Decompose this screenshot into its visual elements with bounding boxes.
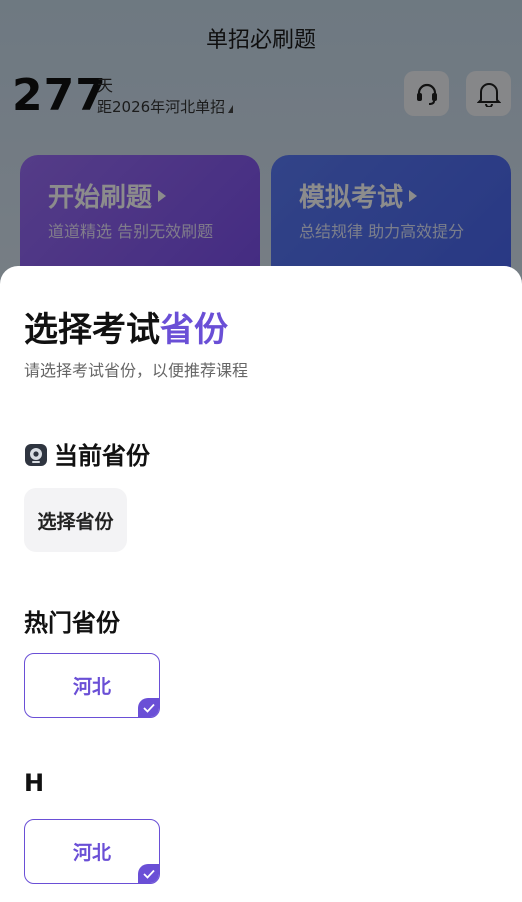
sheet-title: 选择考试省份 xyxy=(24,302,228,351)
select-province-chip[interactable]: 选择省份 xyxy=(24,488,127,552)
sheet-title-highlight: 省份 xyxy=(160,310,228,350)
hot-province-hebei-chip[interactable]: 河北 xyxy=(24,653,160,718)
current-province-title: 当前省份 xyxy=(54,442,150,470)
location-icon xyxy=(25,444,47,466)
province-label: 河北 xyxy=(72,842,111,864)
province-select-sheet: 选择考试省份 请选择考试省份，以便推荐课程 当前省份 选择省份 热门省份 河北 … xyxy=(0,266,522,902)
check-icon xyxy=(138,698,159,717)
hot-province-label: 河北 xyxy=(72,676,111,698)
province-hebei-chip[interactable]: 河北 xyxy=(24,819,160,884)
letter-group-h-title: H xyxy=(24,769,45,797)
hot-provinces-title: 热门省份 xyxy=(24,609,120,637)
sheet-subtitle: 请选择考试省份，以便推荐课程 xyxy=(24,361,249,380)
check-icon xyxy=(138,864,159,883)
sheet-title-main: 选择考试 xyxy=(24,310,160,350)
current-province-heading: 当前省份 xyxy=(24,436,150,471)
